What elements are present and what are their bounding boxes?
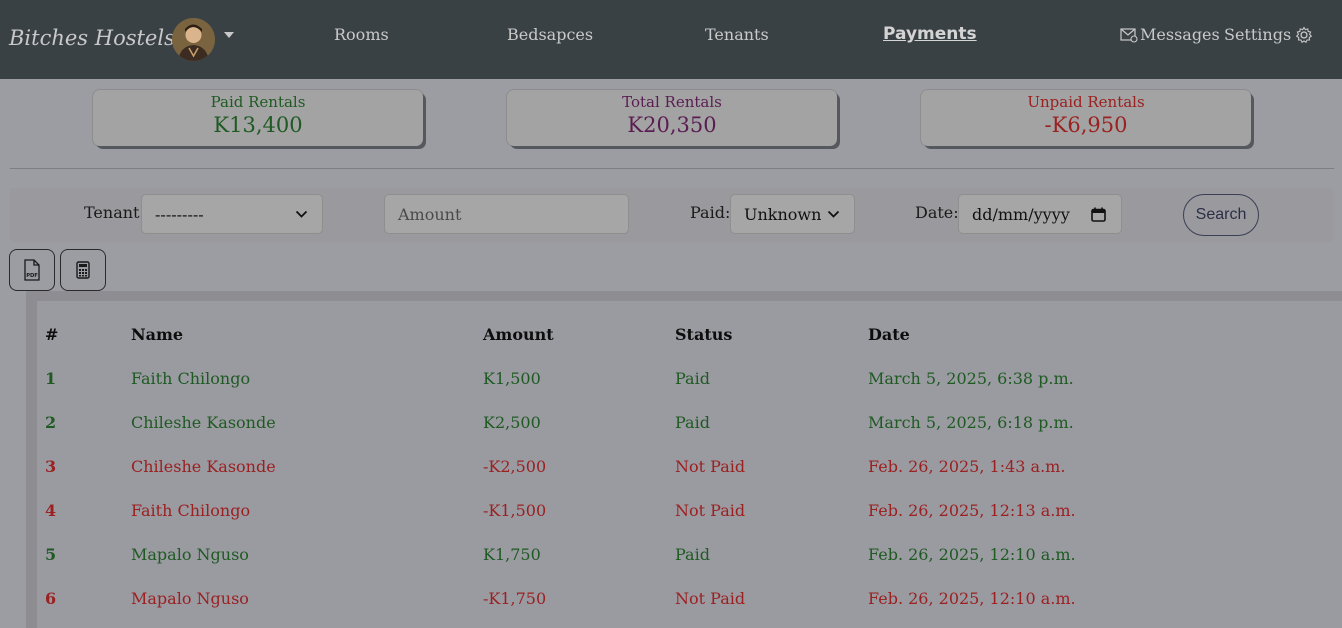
- row-amount: K2,500: [483, 413, 541, 432]
- paid-rentals-card: Paid Rentals K13,400: [93, 90, 423, 146]
- chevron-down-icon[interactable]: [224, 32, 234, 38]
- row-name: Chileshe Kasonde: [131, 413, 276, 432]
- paid-rentals-label: Paid Rentals: [210, 93, 306, 111]
- row-status: Paid: [675, 545, 710, 564]
- row-status: Paid: [675, 413, 710, 432]
- paid-select-value: Unknown: [744, 204, 822, 224]
- brand-title[interactable]: Bitches Hostels: [9, 26, 175, 50]
- row-status: Not Paid: [675, 501, 746, 520]
- pdf-file-icon: PDF: [24, 259, 40, 281]
- calendar-icon[interactable]: [1091, 207, 1106, 222]
- row-status: Paid: [675, 369, 710, 388]
- row-number: 6: [45, 589, 57, 608]
- row-date: March 5, 2025, 6:18 p.m.: [868, 413, 1074, 432]
- svg-text:PDF: PDF: [26, 273, 38, 279]
- nav-tenants[interactable]: Tenants: [705, 25, 769, 44]
- row-date: Feb. 26, 2025, 12:10 a.m.: [868, 545, 1076, 564]
- row-status: Not Paid: [675, 457, 746, 476]
- row-status: Not Paid: [675, 589, 746, 608]
- row-amount: K1,500: [483, 369, 541, 388]
- tenant-select[interactable]: ---------: [141, 194, 323, 234]
- total-rentals-value: K20,350: [627, 113, 717, 137]
- nav-settings[interactable]: Settings: [1224, 25, 1313, 44]
- total-rentals-card: Total Rentals K20,350: [507, 90, 837, 146]
- column-header-amount: Amount: [483, 325, 554, 344]
- row-name: Faith Chilongo: [131, 501, 251, 520]
- paid-filter-label: Paid:: [690, 203, 731, 222]
- row-date: Feb. 26, 2025, 12:10 a.m.: [868, 589, 1076, 608]
- row-date: Feb. 26, 2025, 12:13 a.m.: [868, 501, 1076, 520]
- gear-icon: [1296, 25, 1313, 43]
- date-filter-label: Date:: [915, 203, 959, 222]
- amount-placeholder: Amount: [398, 204, 462, 224]
- nav-payments[interactable]: Payments: [883, 24, 977, 44]
- search-button[interactable]: Search: [1183, 194, 1259, 236]
- unpaid-rentals-card: Unpaid Rentals -K6,950: [921, 90, 1251, 146]
- row-number: 4: [45, 501, 57, 520]
- column-header-date: Date: [868, 325, 910, 344]
- row-date: March 5, 2025, 6:38 p.m.: [868, 369, 1074, 388]
- chevron-down-icon: [827, 210, 840, 218]
- column-header-number: #: [45, 325, 59, 344]
- row-date: Feb. 26, 2025, 1:43 a.m.: [868, 457, 1066, 476]
- row-name: Mapalo Nguso: [131, 545, 249, 564]
- row-name: Faith Chilongo: [131, 369, 251, 388]
- payments-table: # Name Amount Status Date 1 Faith Chilong…: [26, 291, 1342, 628]
- chevron-down-icon: [295, 210, 308, 218]
- export-pdf-button[interactable]: PDF: [9, 249, 55, 291]
- date-placeholder: dd/mm/yyyy: [972, 204, 1070, 224]
- date-input[interactable]: dd/mm/yyyy: [958, 194, 1122, 234]
- row-amount: -K1,500: [483, 501, 547, 520]
- row-name: Mapalo Nguso: [131, 589, 249, 608]
- mail-icon: [1120, 27, 1138, 43]
- nav-messages[interactable]: Messages: [1120, 25, 1220, 44]
- divider: [10, 168, 1334, 169]
- amount-input[interactable]: Amount: [384, 194, 629, 234]
- user-avatar[interactable]: [172, 18, 215, 61]
- nav-rooms[interactable]: Rooms: [334, 25, 389, 44]
- row-number: 3: [45, 457, 57, 476]
- settings-label: Settings: [1224, 25, 1292, 44]
- calculator-button[interactable]: [60, 249, 106, 291]
- row-amount: -K1,750: [483, 589, 547, 608]
- messages-label: Messages: [1140, 25, 1220, 44]
- row-number: 2: [45, 413, 57, 432]
- total-rentals-label: Total Rentals: [622, 93, 722, 111]
- nav-bedspaces[interactable]: Bedsapces: [507, 25, 593, 44]
- column-header-name: Name: [131, 325, 184, 344]
- calculator-icon: [76, 261, 90, 279]
- paid-select[interactable]: Unknown: [730, 194, 855, 234]
- row-number: 1: [45, 369, 57, 388]
- row-number: 5: [45, 545, 57, 564]
- column-header-status: Status: [675, 325, 733, 344]
- row-amount: -K2,500: [483, 457, 547, 476]
- tenant-filter-label: Tenant:: [84, 203, 145, 222]
- unpaid-rentals-label: Unpaid Rentals: [1027, 93, 1145, 111]
- unpaid-rentals-value: -K6,950: [1044, 113, 1128, 137]
- tenant-select-value: ---------: [155, 204, 204, 224]
- paid-rentals-value: K13,400: [213, 113, 303, 137]
- top-navbar: Bitches Hostels Rooms Bedsapces Tenants …: [0, 0, 1342, 79]
- row-name: Chileshe Kasonde: [131, 457, 276, 476]
- row-amount: K1,750: [483, 545, 541, 564]
